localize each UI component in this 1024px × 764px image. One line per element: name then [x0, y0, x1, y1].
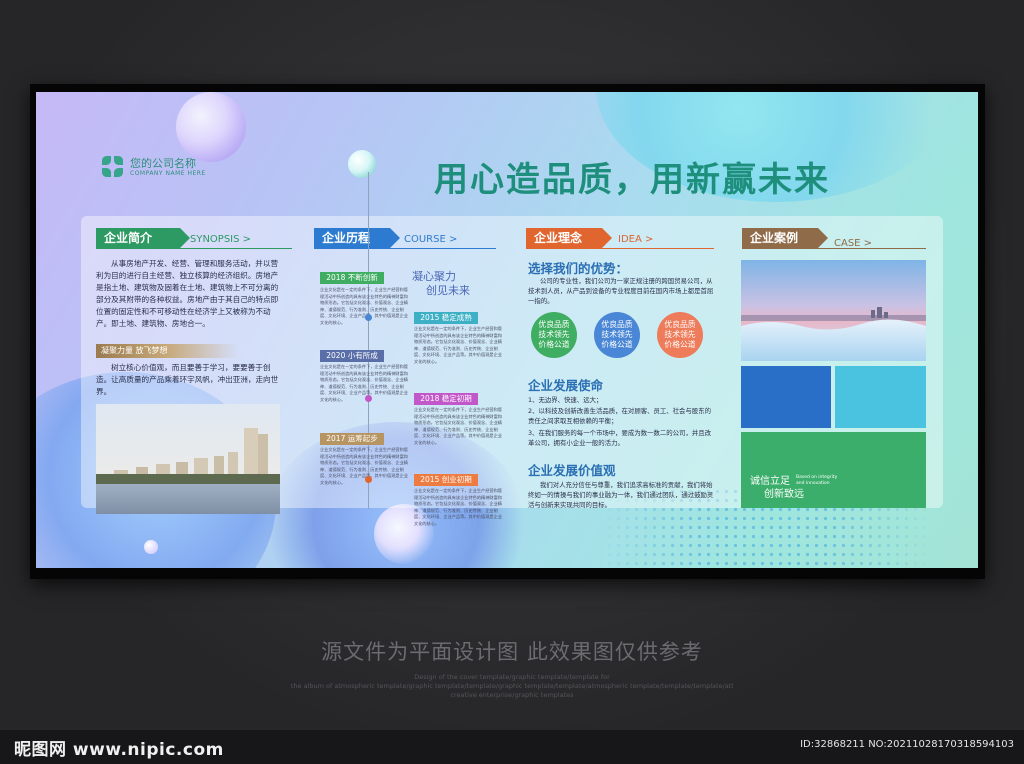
synopsis-sub-text: 树立核心价值观，而且要善于学习，要要善于创造。让高质量的产品乘着环宇风帆，冲出亚…	[96, 363, 279, 396]
timeline-year: 2020 小有所成	[320, 350, 384, 362]
timeline-year: 2015 创业初期	[414, 474, 478, 486]
timeline-year: 2018 不断创新	[320, 272, 384, 284]
timeline-dot	[365, 314, 372, 321]
synopsis-sub-tag: 凝聚力量 放飞梦想	[96, 344, 238, 358]
case-motto-2: 创新致远	[764, 489, 804, 500]
idea-tag-en: IDEA >	[618, 234, 654, 245]
case-tag: 企业案例	[742, 228, 828, 248]
course-tag: 企业历程	[314, 228, 400, 248]
cloud-city-photo	[741, 260, 926, 361]
fine-print: creative enterprise/graphic templates	[450, 691, 574, 699]
mission-title: 企业发展使命	[528, 378, 604, 393]
case-motto-en: Based on integrity and innovation	[796, 475, 838, 486]
timeline-text: 企业文化是在一定的条件下，企业生产经营和管理活动中所创造的具有该企业特色的精神财…	[414, 488, 502, 526]
mission-item: 1、无边界、快速、远大；	[528, 396, 603, 404]
timeline-year: 2018 稳定初期	[414, 393, 478, 405]
timeline-text: 企业文化是在一定的条件下，企业生产经营和管理活动中所创造的具有该企业特色的精神财…	[414, 407, 502, 445]
preview-notice: 源文件为平面设计图 此效果图仅供参考	[321, 640, 703, 664]
advantage-text: 公司的专业性，我们公司为一家正规注册的跨国贸易公司，从技术到人员，从产品到设备的…	[528, 277, 714, 305]
case-tile-blue	[741, 366, 831, 428]
values-title: 企业发展价值观	[528, 463, 616, 478]
mission-item: 3、在我们服务的每一个市场中，要成为数一数二的公司，并且改革公司，拥有小企业一般…	[528, 429, 712, 447]
decor-bubble	[348, 150, 376, 178]
course-slogan-2: 创见未来	[426, 284, 470, 297]
fine-print: the album of atmospheric template/graphi…	[290, 682, 734, 690]
synopsis-tag-en: SYNOPSIS >	[190, 234, 252, 245]
decor-bubble	[144, 540, 158, 554]
company-name-en: COMPANY NAME HERE	[130, 169, 206, 177]
company-name: 您的公司名称	[130, 156, 196, 170]
case-motto-1: 诚信立足	[750, 476, 790, 487]
advantage-circle: 优良品质 技术领先 价格公道	[531, 312, 577, 358]
synopsis-tag: 企业简介	[96, 228, 190, 248]
idea-underline	[526, 248, 714, 249]
course-slogan-1: 凝心聚力	[412, 270, 456, 283]
image-id: ID:32868211 NO:20211028170318594103	[800, 739, 1014, 750]
advantage-circle: 优良品质 技术领先 价格公道	[657, 312, 703, 358]
fine-print: Design of the cover template/graphic tem…	[414, 673, 610, 681]
case-underline	[742, 248, 926, 249]
synopsis-paragraph: 从事房地产开发、经营、管理和服务活动，并以营利为目的进行自主经营、独立核算的经济…	[96, 259, 279, 328]
course-underline	[314, 248, 496, 249]
synopsis-underline	[96, 248, 292, 249]
idea-tag: 企业理念	[526, 228, 612, 248]
company-logo: 您的公司名称 COMPANY NAME HERE	[102, 156, 206, 178]
decor-bubble	[176, 92, 246, 162]
timeline-dot	[365, 395, 372, 402]
advantage-circle: 优良品质 技术领先 价格公道	[594, 312, 640, 358]
course-tag-en: COURSE >	[404, 234, 458, 245]
city-skyline-photo	[96, 404, 280, 514]
timeline-text: 企业文化是在一定的条件下，企业生产经营和管理活动中所创造的具有该企业特色的精神财…	[414, 326, 502, 364]
flower-logo-icon	[102, 156, 124, 178]
advantage-title: 选择我们的优势：	[528, 261, 629, 276]
site-brand[interactable]: 昵图网 www.nipic.com	[14, 735, 224, 760]
case-tile-cyan	[835, 366, 926, 428]
timeline-year: 2015 稳定成熟	[414, 312, 478, 324]
timeline-year: 2017 运筹起步	[320, 433, 384, 445]
values-text: 我们对人充分信任与尊重，我们追求高标准的贡献，我们将始终如一的情操与我们的事业融…	[528, 481, 714, 509]
mission-item: 2、以科技及创新改善生活品质，在对顾客、员工、社会与股东的责任之间求取互相依赖的…	[528, 407, 712, 425]
timeline-dot	[365, 476, 372, 483]
main-slogan: 用心造品质，用新赢未来	[434, 160, 830, 200]
